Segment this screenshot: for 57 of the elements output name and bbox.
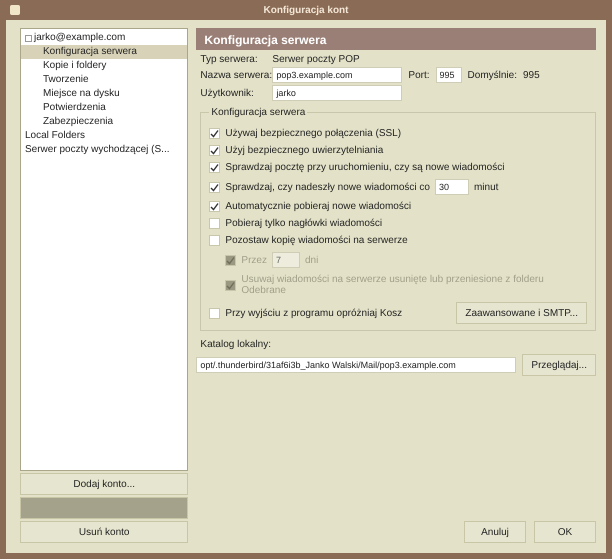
- panel-header: Konfiguracja serwera: [196, 28, 596, 50]
- field-label: Użytkownik:: [200, 88, 255, 98]
- checkbox[interactable]: [209, 128, 220, 139]
- tree-item[interactable]: Potwierdzenia: [21, 101, 188, 115]
- server-name-field[interactable]: pop3.example.com: [272, 67, 402, 83]
- checkbox[interactable]: [209, 201, 220, 212]
- option-label: Używaj bezpiecznego połączenia (SSL): [225, 128, 402, 139]
- check-icon: [226, 256, 236, 264]
- checkbox[interactable]: [209, 218, 220, 229]
- tree-item[interactable]: Serwer poczty wychodzącej (S...: [21, 143, 188, 157]
- tree-item[interactable]: jarko@example.com: [21, 31, 188, 45]
- app-icon: [10, 5, 20, 15]
- tree-item[interactable]: Konfiguracja serwera: [21, 45, 188, 59]
- browse-button[interactable]: Przeglądaj...: [522, 354, 596, 376]
- account-button[interactable]: Dodaj konto...: [20, 473, 188, 495]
- field-label: Port:: [408, 70, 430, 80]
- checkbox[interactable]: [209, 162, 220, 173]
- unit-label: dni: [304, 254, 318, 266]
- option-label: Sprawdzaj, czy nadeszły nowe wiadomości co: [225, 182, 430, 192]
- tree-item[interactable]: Tworzenie: [21, 73, 188, 87]
- dialog-button[interactable]: Anuluj: [464, 521, 526, 543]
- dialog-button[interactable]: OK: [534, 521, 596, 543]
- account-button[interactable]: Usuń konto: [20, 521, 188, 543]
- field-label: Typ serwera:: [200, 54, 259, 65]
- advanced-button[interactable]: Zaawansowane i SMTP...: [456, 302, 587, 324]
- checkbox[interactable]: [209, 308, 220, 318]
- window-title: Konfiguracja kont: [6, 0, 606, 20]
- unit-label: minut: [474, 182, 498, 192]
- checkbox[interactable]: [209, 145, 220, 156]
- option-label: Przez: [241, 254, 267, 266]
- field-label: Katalog lokalny:: [200, 339, 272, 350]
- tree-item[interactable]: Local Folders: [21, 129, 188, 143]
- interval-field[interactable]: 30: [434, 179, 469, 195]
- username-field[interactable]: jarko: [272, 85, 402, 101]
- option-label: Automatycznie pobieraj nowe wiadomości: [225, 201, 412, 212]
- check-icon: [226, 280, 236, 290]
- port-field[interactable]: 995: [436, 67, 462, 83]
- option-label: Pozostaw kopię wiadomości na serwerze: [225, 235, 408, 246]
- checkbox[interactable]: [209, 235, 220, 246]
- group-title: Konfiguracja serwera: [210, 107, 306, 118]
- option-label: Usuwaj wiadomości na serwerze usunięte lub przeniesione z folderu Odebrane: [241, 274, 545, 296]
- option-label: Użyj bezpiecznego uwierzytelniania: [225, 145, 384, 156]
- field-label: Domyślnie:: [468, 70, 517, 80]
- field-label: Nazwa serwera:: [200, 70, 272, 80]
- checkbox[interactable]: [209, 182, 220, 192]
- default-port-value: 995: [523, 70, 540, 80]
- option-label: Pobieraj tylko nagłówki wiadomości: [225, 218, 382, 229]
- expander-icon[interactable]: [25, 34, 32, 42]
- check-icon: [210, 182, 220, 192]
- option-label: Przy wyjściu z programu opróżniaj Kosz: [225, 308, 402, 318]
- option-label: Sprawdzaj pocztę przy uruchomieniu, czy są nowe wiadomości: [225, 162, 504, 173]
- tree-item[interactable]: Kopie i foldery: [21, 59, 188, 73]
- check-icon: [210, 202, 220, 211]
- server-type-value: Serwer poczty POP: [272, 54, 361, 65]
- tree-item[interactable]: Miejsce na dysku: [21, 87, 188, 101]
- tree-item[interactable]: Zabezpieczenia: [21, 115, 188, 129]
- local-directory-field[interactable]: opt/.thunderbird/31af6i3b_Janko Walski/Mail/pop3.example.com: [196, 357, 516, 373]
